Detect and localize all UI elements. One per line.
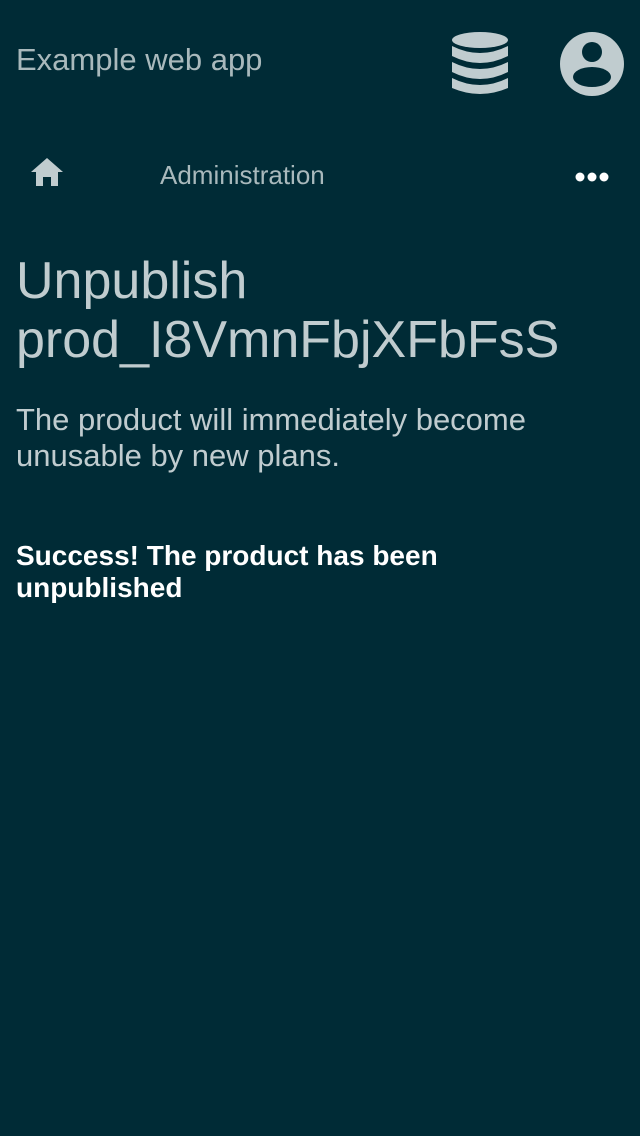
page-title: Unpublish prod_I8VmnFbjXFbFsS — [16, 252, 559, 370]
breadcrumb-administration[interactable]: Administration — [160, 160, 325, 191]
success-message: Success! The product has been unpublishe… — [16, 540, 438, 603]
account-icon[interactable] — [558, 30, 626, 103]
app-title[interactable]: Example web app — [16, 42, 262, 78]
title-line-1: Unpublish — [16, 252, 248, 310]
more-icon[interactable] — [574, 170, 610, 188]
description: The product will immediately become unus… — [16, 402, 526, 473]
title-line-2: prod_I8VmnFbjXFbFsS — [16, 311, 560, 369]
home-icon[interactable] — [30, 157, 64, 192]
database-icon[interactable] — [450, 30, 510, 103]
